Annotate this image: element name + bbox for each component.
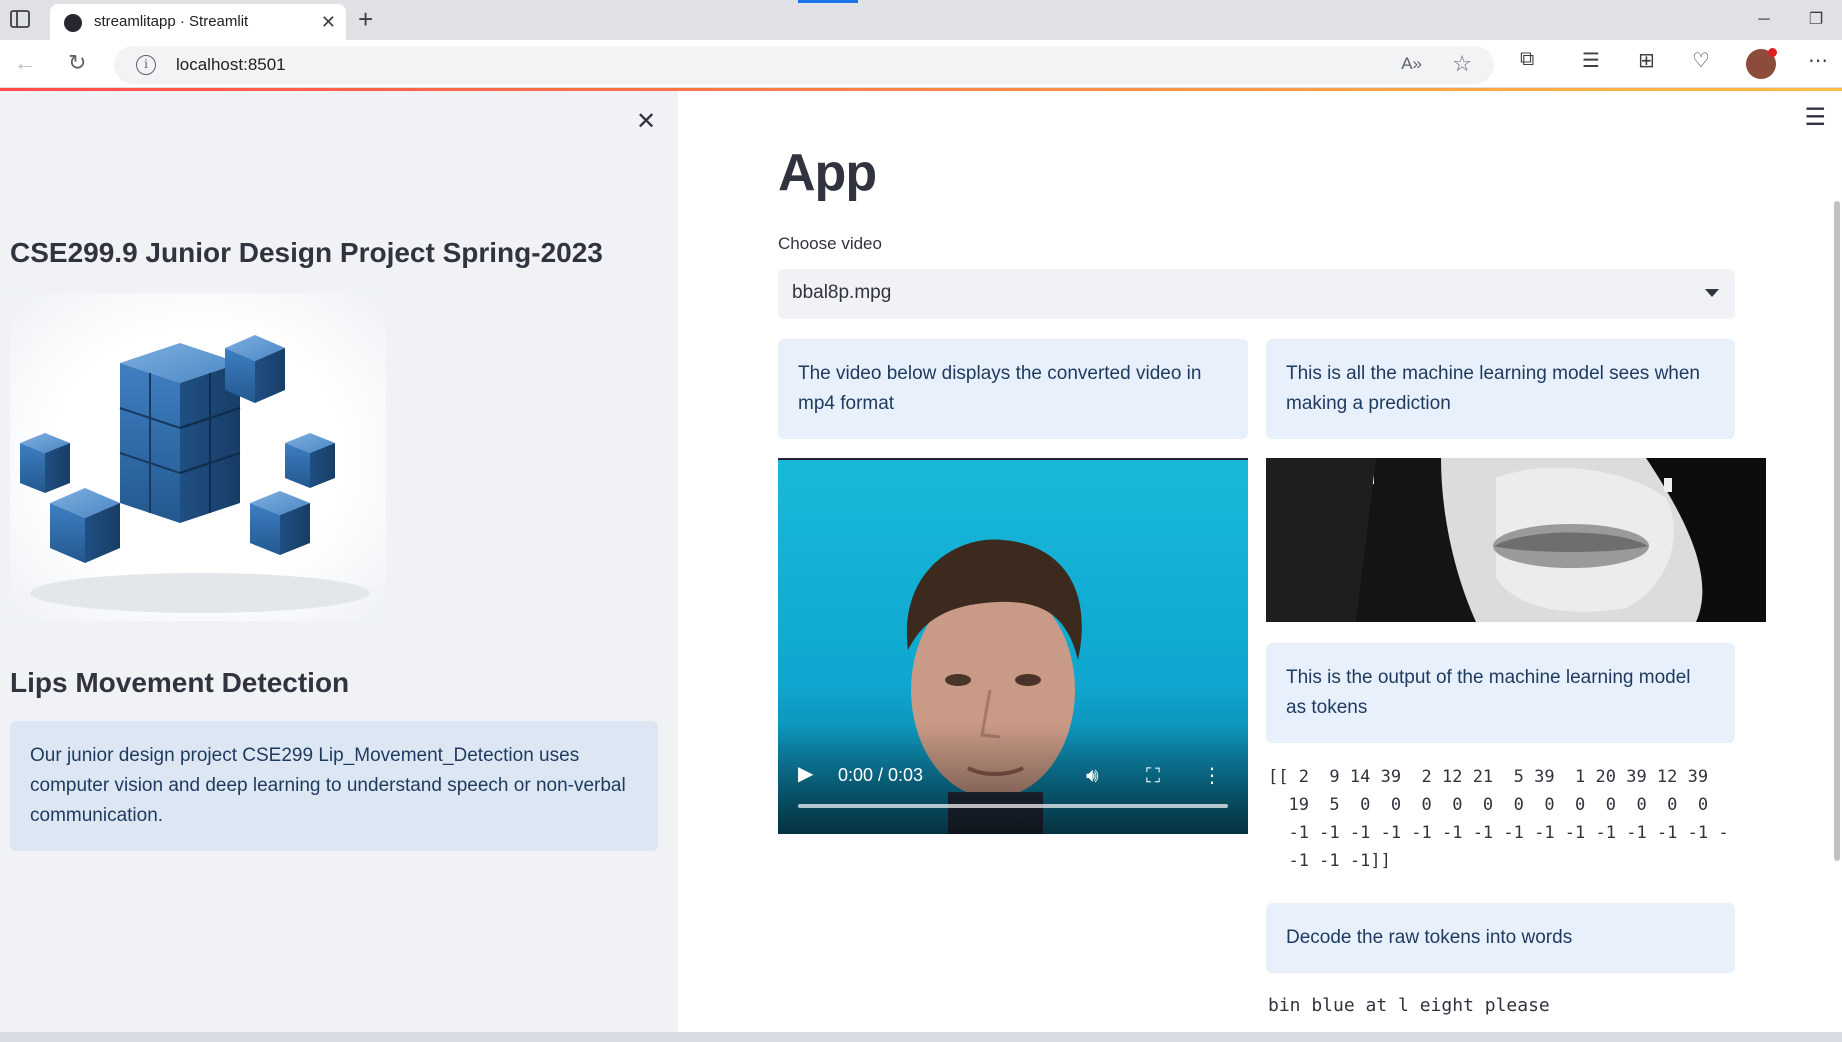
video-progress-track[interactable] xyxy=(798,804,1228,808)
streamlit-favicon-icon xyxy=(64,14,82,32)
video-more-options-icon[interactable]: ⋮ xyxy=(1202,763,1222,788)
info-model-sees: This is all the machine learning model s… xyxy=(1266,339,1735,439)
hamburger-menu-icon[interactable]: ☰ xyxy=(1804,103,1826,132)
site-info-icon[interactable]: i xyxy=(136,55,156,75)
browser-essentials-icon[interactable]: ♡ xyxy=(1692,48,1710,73)
fullscreen-icon[interactable]: ⛶ xyxy=(1146,765,1160,788)
section-title: Lips Movement Detection xyxy=(10,667,350,698)
play-icon[interactable]: ▶ xyxy=(798,761,813,786)
video-select-value[interactable]: bbal8p.mpg xyxy=(792,282,891,304)
tokens-output: [[ 2 9 14 39 2 12 21 5 39 1 20 39 12 39 … xyxy=(1268,767,1729,871)
info-decode: Decode the raw tokens into words xyxy=(1266,903,1735,973)
url-text[interactable]: localhost:8501 xyxy=(176,55,286,75)
video-player[interactable]: ▶ 0:00 / 0:03 🔊︎ ⛶ ⋮ xyxy=(778,458,1248,834)
back-icon[interactable]: ← xyxy=(14,50,36,76)
page-title: App xyxy=(778,144,877,202)
minimize-icon[interactable]: ─ xyxy=(1738,0,1790,40)
info-tokens: This is the output of the machine learni… xyxy=(1266,643,1735,743)
tab-actions-icon[interactable] xyxy=(10,10,30,28)
more-menu-icon[interactable]: ⋯ xyxy=(1808,48,1828,73)
cubes-illustration xyxy=(20,335,370,613)
address-bar[interactable]: i localhost:8501 A» ☆ xyxy=(114,46,1494,84)
browser-tab[interactable]: streamlitapp · Streamlit ✕ xyxy=(50,4,346,40)
favorite-star-icon[interactable]: ☆ xyxy=(1452,51,1472,77)
os-taskbar xyxy=(0,1032,1842,1042)
tab-title: streamlitapp · Streamlit xyxy=(94,13,249,30)
decoded-output: bin blue at l eight please xyxy=(1268,995,1550,1016)
sidebar: ✕ CSE299.9 Junior Design Project Spring-… xyxy=(0,91,678,1032)
extensions-icon[interactable]: ⧉ xyxy=(1520,48,1534,71)
window-controls: ─ ❐ xyxy=(1738,0,1842,40)
model-input-frame xyxy=(1266,458,1766,622)
chevron-down-icon[interactable] xyxy=(1705,289,1719,297)
main-content: ☰ App Choose video bbal8p.mpg The video … xyxy=(678,91,1842,1032)
browser-tabstrip: streamlitapp · Streamlit ✕ + ─ ❐ xyxy=(0,0,1842,40)
streamlit-app: ✕ CSE299.9 Junior Design Project Spring-… xyxy=(0,91,1842,1032)
project-title: CSE299.9 Junior Design Project Spring-20… xyxy=(10,237,603,268)
new-tab-icon[interactable]: + xyxy=(358,6,373,32)
project-description: Our junior design project CSE299 Lip_Mov… xyxy=(10,721,658,851)
browser-toolbar: ← ↻ i localhost:8501 A» ☆ ⧉ ☰ ⊞ ♡ ⋯ xyxy=(0,40,1842,88)
scrollbar[interactable] xyxy=(1834,201,1840,861)
notification-dot xyxy=(1768,48,1777,57)
restore-icon[interactable]: ❐ xyxy=(1790,0,1842,40)
loading-indicator xyxy=(798,0,858,3)
close-sidebar-icon[interactable]: ✕ xyxy=(636,107,656,136)
video-time: 0:00 / 0:03 xyxy=(838,765,924,785)
favorites-icon[interactable]: ☰ xyxy=(1582,48,1600,73)
info-video-format: The video below displays the converted v… xyxy=(778,339,1248,439)
blue-cubes-image xyxy=(10,293,386,621)
select-label: Choose video xyxy=(778,234,882,253)
read-aloud-icon[interactable]: A» xyxy=(1401,54,1422,74)
video-select[interactable]: bbal8p.mpg xyxy=(778,269,1735,319)
collections-icon[interactable]: ⊞ xyxy=(1638,48,1655,73)
close-tab-icon[interactable]: ✕ xyxy=(321,12,336,33)
refresh-icon[interactable]: ↻ xyxy=(68,50,86,76)
volume-icon[interactable]: 🔊︎ xyxy=(1086,765,1099,788)
grayscale-lips-image xyxy=(1266,458,1766,622)
